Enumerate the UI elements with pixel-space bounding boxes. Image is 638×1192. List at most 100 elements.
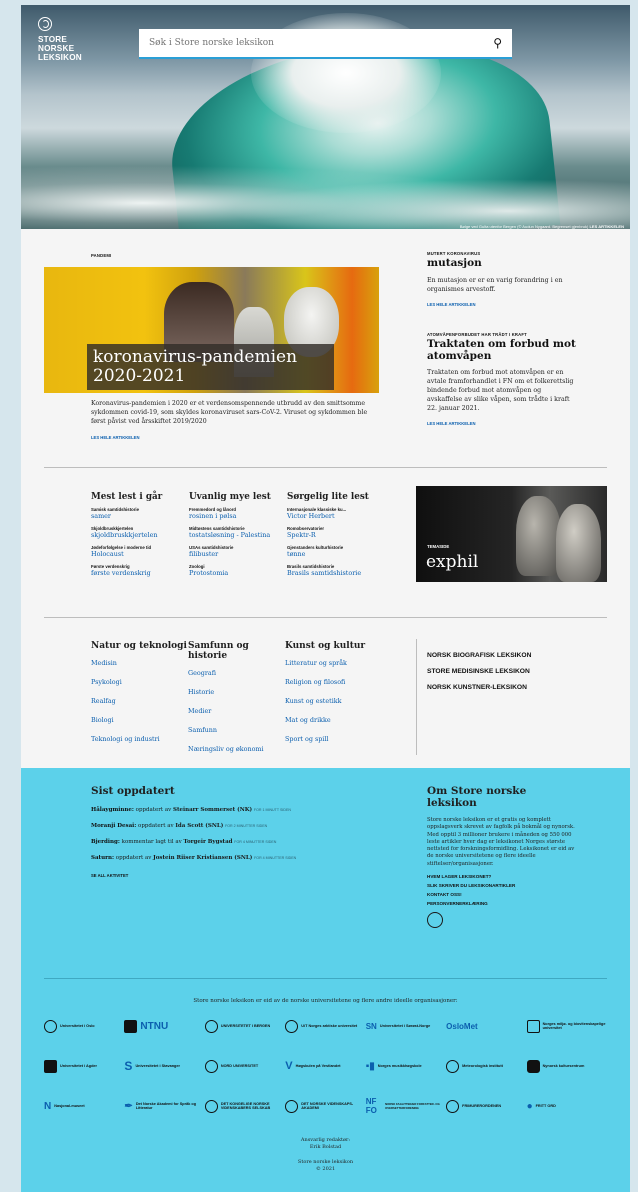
owner-logo[interactable]: Nynorsk kultursentrum [526,1055,607,1077]
featured-article-image[interactable]: koronavirus-pandemien 2020-2021 [44,267,379,393]
category-link[interactable]: Realfag [91,697,188,705]
activity-article-link[interactable]: Saturn: [91,855,114,861]
list-item: Første verdenskrig første verdenskrig [91,564,187,577]
list-item-link[interactable]: tostatsløsning - Palestina [189,531,270,539]
owner-logo[interactable]: ▪▮ Norges musikkhøgskole [366,1055,446,1077]
list-item-link[interactable]: Holocaust [91,550,124,558]
category-link[interactable]: Kunst og estetikk [285,697,382,705]
side-article-title[interactable]: Traktaten om forbud mot atomvåpen [427,338,576,362]
list-item-link[interactable]: Protostomia [189,569,228,577]
owner-logo[interactable]: ● FRITT ORD [527,1095,607,1117]
lexicon-link[interactable]: NORSK KUNSTNER-LEKSIKON [427,684,527,691]
list-item: Midtøstens samtidshistorie tostatsløsning… [189,526,285,539]
owner-logo[interactable]: UiT Norges arktiske universitet [285,1015,365,1037]
list-item: Samisk samtidshistorie samer [91,507,187,520]
category-link[interactable]: Biologi [91,716,188,724]
owner-logo[interactable]: FRIMURERORDENEN [446,1095,526,1117]
frimurer-icon [446,1099,460,1113]
list-item-link[interactable]: første verdenskrig [91,569,151,577]
side-article-kicker: MUTERT KORONAVIRUS [427,251,481,256]
lexicon-link[interactable]: NORSK BIOGRAFISK LEKSIKON [427,652,531,659]
owner-logo[interactable]: N Nasjonal-museet [44,1095,124,1117]
list-item: Romobservatorier Spektr-R [287,526,383,539]
activity-article-link[interactable]: Bjerding: [91,839,120,845]
lexicon-link[interactable]: STORE MEDISINSKE LEKSIKON [427,668,530,675]
category-link[interactable]: Litteratur og språk [285,659,382,667]
owner-logo[interactable]: Meteorologisk institutt [446,1055,526,1077]
owner-logo[interactable]: S Universitetet i Stavanger [124,1055,204,1077]
category-link[interactable]: Mat og drikke [285,716,382,724]
square-icon [124,1019,138,1033]
owner-logo[interactable]: DET KONGELIGE NORSKE VIDENSKABERS SELSKA… [204,1095,285,1117]
owner-logo[interactable]: OsloMet [446,1015,526,1037]
list-item-link[interactable]: rosinen i pølsa [189,512,236,520]
site-logo[interactable]: STORE NORSKE LEKSIKON [38,17,82,62]
owner-logo[interactable]: Norges miljø- og biovitenskapelige unive… [526,1015,607,1037]
about-link[interactable]: PERSONVERNERKLÆRING [427,901,488,906]
category-link[interactable]: Historie [188,688,285,696]
owner-logo[interactable]: ✒ Det Norske Akademi for Språk og Littera… [124,1095,204,1117]
met-icon [446,1059,460,1073]
list-item-link[interactable]: skjoldbruskkjertelen [91,531,158,539]
activity-action: kommentar lagt til av [121,839,182,845]
category-link[interactable]: Geografi [188,669,285,677]
list-item-link[interactable]: samer [91,512,111,520]
hero-caption-link[interactable]: LES ARTIKKELEN [589,224,624,229]
activity-user: Jostein Riiser Kristiansen (SNL) [153,855,253,861]
activity-user: Ida Scott (SNL) [175,823,224,829]
category-link[interactable]: Religion og filosofi [285,678,382,686]
leaf-icon: ● [526,1100,533,1112]
exphil-kicker: TEMASIDE [427,544,450,549]
see-all-activity-link[interactable]: SE ALL AKTIVITET [91,873,128,878]
search-icon[interactable]: ⚲ [493,36,502,50]
category-link[interactable]: Medisin [91,659,188,667]
nmh-icon: ▪▮ [365,1060,375,1072]
activity-article-link[interactable]: Moranji Desai: [91,823,136,829]
search-input[interactable] [149,38,494,48]
activity-time: FOR 4 MINUTTER SIDEN [254,856,297,860]
nasjonalmuseet-icon: N [44,1100,52,1112]
activity-article-link[interactable]: Hålaygminne: [91,807,134,813]
nffo-icon: NF FO [365,1097,377,1115]
category-link[interactable]: Psykologi [91,678,188,686]
owner-logo[interactable]: DET NORSKE VIDENSKAPS-AKADEMI [285,1095,365,1117]
category-link[interactable]: Næringsliv og økonomi [188,745,285,753]
list-item-link[interactable]: tønne [287,550,305,558]
category-link[interactable]: Samfunn [188,726,285,734]
about-link[interactable]: KONTAKT OSS! [427,892,462,897]
list-rarely-read: Sørgelig lite lest Internasjonale klassi… [287,492,383,583]
side-article: MUTERT KORONAVIRUS mutasjon En mutasjon … [427,251,577,308]
side-article-text: En mutasjon er er en varig forandring i … [427,276,563,293]
about-link[interactable]: HVEM LAGER LEKSIKONET? [427,874,491,879]
side-article-read-more-link[interactable]: LES HELE ARTIKKELEN [427,421,475,426]
owner-logo[interactable]: UNIVERSITETET I BERGEN [204,1015,285,1037]
category-link[interactable]: Teknologi og industri [91,735,188,743]
category-nature-technology: Natur og teknologi Medisin Psykologi Rea… [91,641,188,764]
list-item-link[interactable]: Victor Herbert [287,512,335,520]
owner-logo[interactable]: NORD UNIVERSITET [204,1055,285,1077]
hero-caption-text: Bølge ved Gulta utenfor Bergen (© Audun … [459,224,589,229]
owner-logo[interactable]: V Høgskulen på Vestlandet [285,1055,365,1077]
bust-figure [516,496,561,576]
side-article-text: Traktaten om forbud mot atomvåpen er en … [427,369,574,412]
category-link[interactable]: Sport og spill [285,735,382,743]
owner-logo[interactable]: SN Universitetet i Sørøst-Norge [366,1015,446,1037]
side-article-read-more-link[interactable]: LES HELE ARTIKKELEN [427,302,475,307]
list-item-link[interactable]: filibuster [189,550,218,558]
owner-logo[interactable]: NF FO NORSK FAGLITTERÆR FORFATTER- OG OVE… [366,1095,446,1117]
list-title: Sørgelig lite lest [287,492,369,502]
about-link[interactable]: SLIK SKRIVER DU LEKSIKONARTIKLER [427,883,515,888]
list-item-link[interactable]: Spektr-R [287,531,316,539]
nynorsk-icon [526,1059,540,1073]
side-article-title[interactable]: mutasjon [427,257,482,269]
owner-logo[interactable]: NTNU [124,1015,204,1037]
owner-logo[interactable]: Universitetet i Agder [44,1055,124,1077]
owner-logo[interactable]: Universitetet i Oslo [44,1015,124,1037]
snl-logo-icon [427,912,443,929]
editor-name: Erik Bolstad [309,1144,342,1150]
category-link[interactable]: Medier [188,707,285,715]
featured-read-more-link[interactable]: LES HELE ARTIKKELEN [91,435,139,440]
exphil-theme-card[interactable]: TEMASIDE exphil [416,486,607,582]
list-item: Brasils samtidshistorie Brasils samtidshi… [287,564,383,577]
list-item-link[interactable]: Brasils samtidshistorie [287,569,361,577]
